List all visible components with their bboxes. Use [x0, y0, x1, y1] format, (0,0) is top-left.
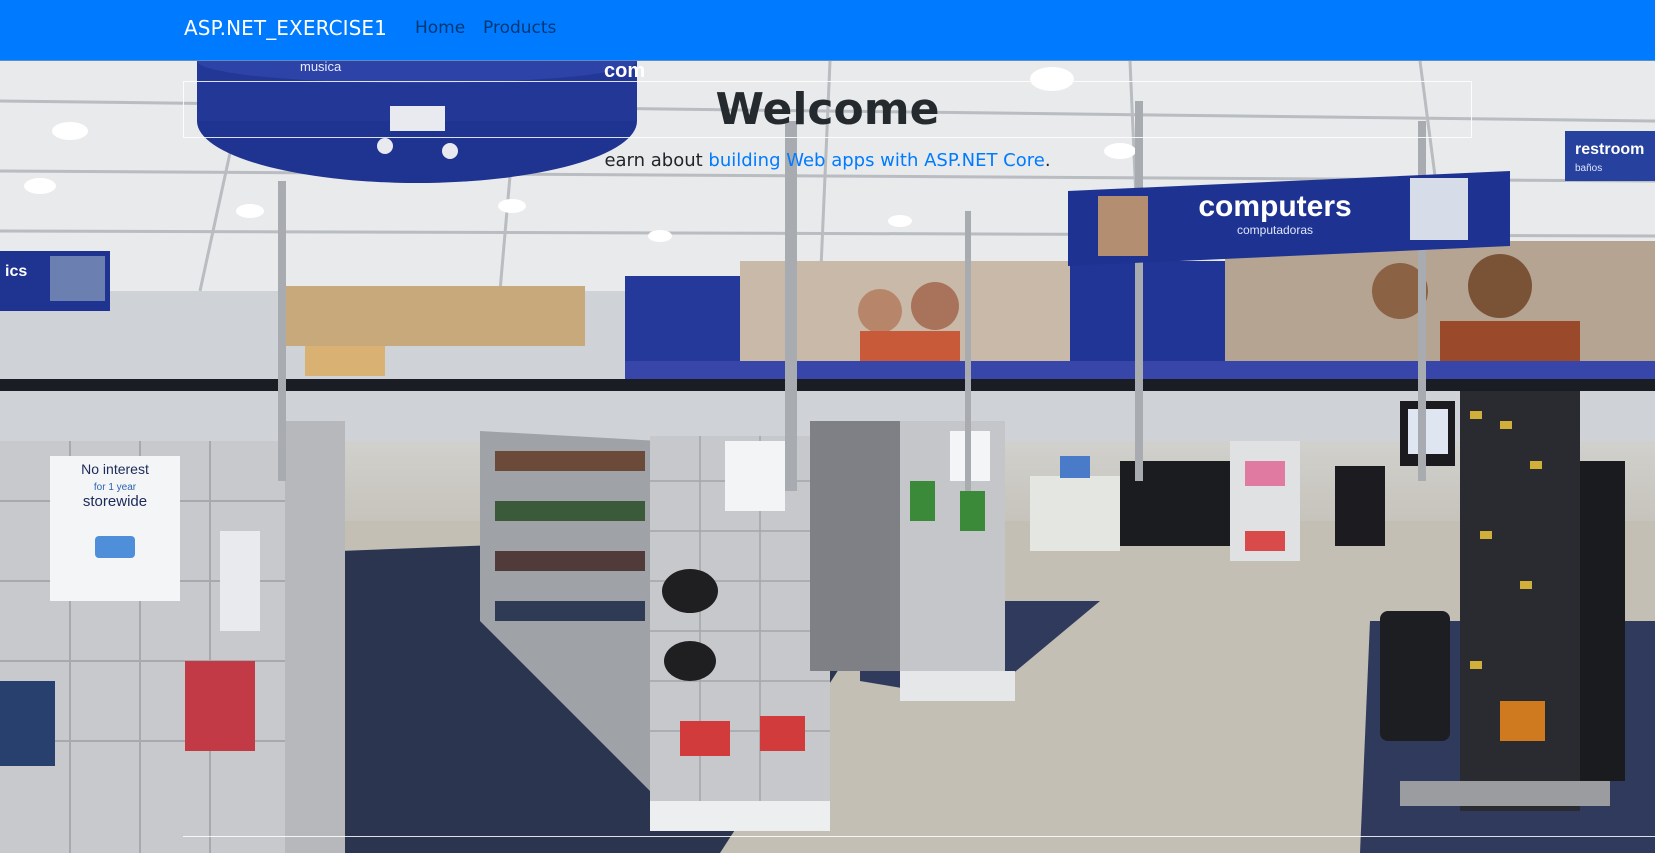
sign-computers-title: computers	[1198, 190, 1351, 223]
store-interior-illustration: No interest for 1 year storewide musica …	[0, 61, 1655, 853]
lead-suffix: .	[1044, 150, 1051, 171]
page-title: Welcome	[715, 84, 940, 135]
nav-link-home[interactable]: Home	[415, 18, 465, 38]
sign-ics: ics	[5, 263, 27, 280]
sign-no-interest-line2: for 1 year	[94, 482, 137, 493]
aspnet-docs-link[interactable]: building Web apps with ASP.NET Core	[708, 150, 1044, 171]
sign-computers-subtitle: computadoras	[1237, 223, 1313, 237]
sign-no-interest-line1: No interest	[81, 461, 149, 477]
sign-musica: musica	[300, 61, 342, 74]
sign-no-interest-line3: storewide	[83, 493, 147, 510]
footer-divider	[183, 836, 1655, 837]
top-navbar: ASP.NET_EXERCISE1 Home Products	[0, 0, 1655, 61]
sign-comp-partial: com	[604, 61, 645, 82]
store-background-photo: No interest for 1 year storewide musica …	[0, 61, 1655, 853]
lead-text: earn about building Web apps with ASP.NE…	[0, 150, 1655, 171]
nav-link-products[interactable]: Products	[483, 18, 556, 38]
lead-prefix: earn about	[604, 150, 709, 171]
navbar-brand[interactable]: ASP.NET_EXERCISE1	[184, 16, 387, 40]
